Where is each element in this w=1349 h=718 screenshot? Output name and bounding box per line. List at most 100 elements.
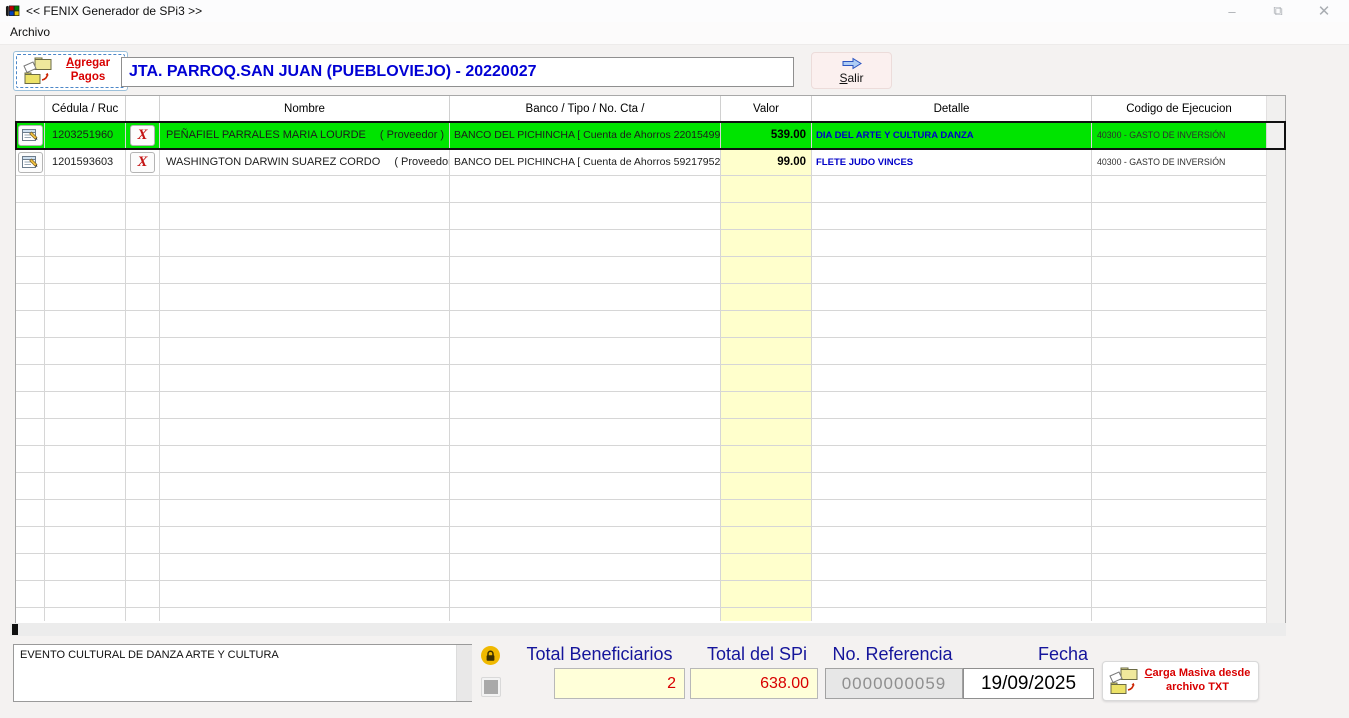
banco-cell [450,419,721,446]
codigo-cell [1092,284,1267,311]
delete-cell [126,338,160,365]
table-row-empty [16,554,1285,581]
descripcion-scrollbar[interactable] [456,645,472,701]
delete-row-button[interactable]: X [130,151,155,173]
add-payments-button[interactable]: Agregar Pagos [13,51,128,91]
edit-cell [16,311,45,338]
vertical-scrollbar[interactable] [1266,96,1285,623]
table-row[interactable]: 1201593603 X WASHINGTON DARWIN SUAREZ COR… [16,149,1285,176]
close-button[interactable]: ✕ [1301,0,1347,22]
cedula-cell [45,203,126,230]
codigo-cell [1092,176,1267,203]
exit-arrow-icon [841,57,863,70]
nombre-cell [160,608,450,621]
valor-cell [721,527,812,554]
horizontal-scrollbar-thumb[interactable] [12,624,18,635]
cedula-cell [45,365,126,392]
valor-cell [721,500,812,527]
nombre-cell [160,176,450,203]
codigo-cell [1092,473,1267,500]
nombre-cell [160,419,450,446]
edit-row-button[interactable] [17,124,43,146]
edit-cell [16,554,45,581]
nombre-cell [160,473,450,500]
delete-cell [126,230,160,257]
table-row-empty [16,284,1285,311]
codigo-cell [1092,500,1267,527]
entity-input[interactable]: JTA. PARROQ.SAN JUAN (PUEBLOVIEJO) - 202… [121,57,794,87]
delete-icon: X [137,126,148,143]
delete-cell: X [126,122,160,149]
edit-row-button[interactable] [17,151,43,173]
detalle-cell [812,473,1092,500]
edit-cell [16,257,45,284]
delete-cell [126,473,160,500]
payments-table: Cédula / Ruc Nombre Banco / Tipo / No. C… [15,95,1286,624]
banco-cell [450,392,721,419]
table-row[interactable]: 1203251960 X PEÑAFIEL PARRALES MARIA LOUR… [15,121,1286,150]
banco-cell [450,311,721,338]
bulk-load-label: Carga Masiva desde archivo TXT [1144,667,1251,693]
detalle-cell [812,365,1092,392]
exit-button[interactable]: Salir [811,52,892,89]
edit-cell [16,527,45,554]
valor-cell [721,419,812,446]
edit-cell [16,608,45,621]
banco-cell [450,473,721,500]
fecha-field[interactable]: 19/09/2025 [963,668,1094,699]
menu-archivo[interactable]: Archivo [0,22,60,39]
banco-cell [450,230,721,257]
cedula-cell [45,392,126,419]
detalle-cell [812,230,1092,257]
color-swatch-button[interactable] [481,677,501,697]
edit-cell [16,122,45,149]
restore-button[interactable]: ⧉ [1255,0,1301,22]
detalle-cell [812,446,1092,473]
delete-row-button[interactable]: X [130,124,155,146]
cedula-cell [45,230,126,257]
window-title: << FENIX Generador de SPi3 >> [26,4,203,18]
minimize-button[interactable]: – [1209,0,1255,22]
valor-cell [721,473,812,500]
banco-cell [450,365,721,392]
window-controls: – ⧉ ✕ [1209,0,1347,22]
referencia-field: 0000000059 [825,668,963,699]
add-payments-label: Agregar Pagos [65,57,111,83]
delete-cell [126,203,160,230]
codigo-cell [1092,581,1267,608]
nombre-cell [160,203,450,230]
codigo-cell [1092,608,1267,621]
nombre-cell [160,257,450,284]
lock-icon[interactable] [481,646,500,665]
valor-cell [721,581,812,608]
cedula-cell: 1201593603 [45,149,126,176]
total-spi-label: Total del SPi [706,644,808,664]
descripcion-textarea[interactable]: EVENTO CULTURAL DE DANZA ARTE Y CULTURA [13,644,472,702]
banco-cell [450,176,721,203]
table-row-empty [16,419,1285,446]
banco-cell: BANCO DEL PICHINCHA [ Cuenta de Ahorros … [450,149,721,176]
edit-form-icon [21,129,37,141]
codigo-cell: 40300 - GASTO DE INVERSIÓN [1092,122,1267,149]
nombre-cell [160,500,450,527]
table-row-empty [16,473,1285,500]
header-cedula: Cédula / Ruc [45,96,126,122]
bulk-load-button[interactable]: Carga Masiva desde archivo TXT [1102,661,1259,701]
banco-cell [450,554,721,581]
delete-cell [126,392,160,419]
table-row-empty [16,446,1285,473]
edit-cell [16,176,45,203]
banco-cell [450,203,721,230]
codigo-cell [1092,527,1267,554]
banco-cell [450,446,721,473]
table-row-empty [16,527,1285,554]
table-row-empty [16,203,1285,230]
cedula-cell [45,500,126,527]
banco-cell [450,500,721,527]
delete-cell [126,257,160,284]
table-row-empty [16,257,1285,284]
delete-cell [126,446,160,473]
total-spi-field: 638.00 [690,668,818,699]
detalle-cell [812,176,1092,203]
horizontal-scrollbar[interactable] [10,623,1286,636]
